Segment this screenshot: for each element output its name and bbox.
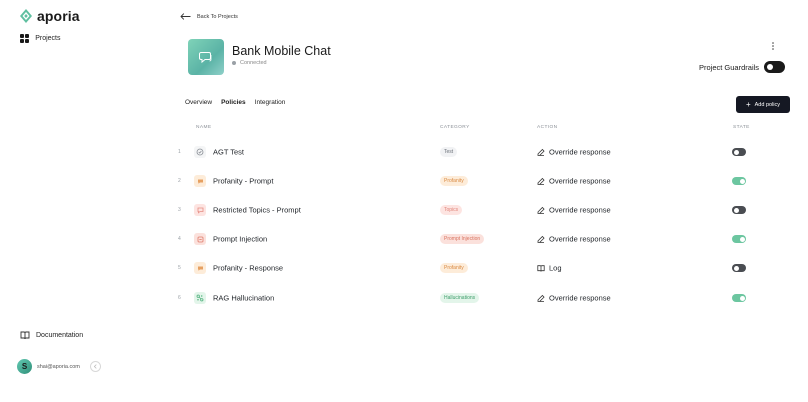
action-label: Override response	[549, 293, 611, 303]
status-dot-icon	[232, 61, 236, 65]
guardrails-label: Project Guardrails	[699, 62, 760, 72]
tab-policies[interactable]: Policies	[221, 99, 246, 106]
shield-icon	[194, 146, 206, 158]
policy-action: Override response	[537, 206, 611, 215]
table-row[interactable]: 2 Profanity - Prompt Profanity Override …	[176, 171, 796, 191]
connection-status: Connected	[232, 60, 267, 66]
chat-icon	[199, 51, 212, 63]
project-guardrails-toggle[interactable]	[764, 61, 786, 73]
user-email: shai@aporia.com	[37, 363, 80, 370]
policy-name: AGT Test	[213, 147, 244, 157]
aporia-logo-icon	[20, 9, 32, 23]
tab-overview[interactable]: Overview	[185, 99, 212, 106]
back-to-projects-link[interactable]: Back To Projects	[180, 13, 238, 20]
project-icon	[188, 39, 224, 75]
row-index: 2	[178, 178, 181, 184]
table-row[interactable]: 1 AGT Test Test Override response	[176, 142, 796, 162]
category-badge: Profanity	[440, 263, 468, 273]
profanity-icon	[194, 262, 206, 274]
edit-icon	[537, 206, 545, 214]
policy-state-toggle[interactable]	[732, 294, 746, 302]
category-badge: Profanity	[440, 176, 468, 186]
table-row[interactable]: 4 Prompt Injection Prompt Injection Over…	[176, 229, 796, 249]
policy-action: Override response	[537, 294, 611, 303]
column-header-action: ACTION	[537, 125, 558, 130]
action-label: Log	[549, 263, 562, 273]
grid-icon	[20, 34, 30, 44]
sidebar-item-label: Projects	[35, 35, 61, 43]
back-label: Back To Projects	[197, 13, 238, 20]
row-index: 1	[178, 149, 181, 155]
brand-name: aporia	[37, 8, 80, 24]
column-header-state: STATE	[733, 125, 750, 130]
arrow-left-icon	[180, 13, 191, 20]
edit-icon	[537, 177, 545, 185]
sidebar-item-projects[interactable]: Projects	[20, 34, 61, 44]
row-index: 3	[178, 207, 181, 213]
policy-state-toggle[interactable]	[732, 264, 746, 272]
topics-icon	[194, 204, 206, 216]
user-profile[interactable]: S shai@aporia.com	[17, 359, 101, 374]
hallucination-icon	[194, 292, 206, 304]
project-guardrails: Project Guardrails	[699, 61, 786, 73]
category-badge: Prompt Injection	[440, 234, 485, 244]
policy-name: Profanity - Response	[213, 263, 284, 273]
policy-state-toggle[interactable]	[732, 206, 746, 214]
column-header-category: CATEGORY	[440, 125, 470, 130]
table-row[interactable]: 6 RAG Hallucination Hallucinations Overr…	[176, 288, 796, 308]
add-policy-button[interactable]: + Add policy	[736, 96, 790, 113]
column-header-name: NAME	[196, 125, 212, 130]
more-options-icon[interactable]	[772, 42, 774, 50]
action-label: Override response	[549, 176, 611, 186]
add-policy-label: Add policy	[754, 101, 781, 108]
book-icon	[20, 331, 30, 340]
policy-name: RAG Hallucination	[213, 293, 275, 303]
chevron-left-icon	[93, 364, 97, 369]
policy-state-toggle[interactable]	[732, 177, 746, 185]
edit-icon	[537, 235, 545, 243]
page-title: Bank Mobile Chat	[232, 44, 331, 58]
table-row[interactable]: 3 Restricted Topics - Prompt Topics Over…	[176, 200, 796, 220]
policy-state-toggle[interactable]	[732, 235, 746, 243]
action-label: Override response	[549, 205, 611, 215]
documentation-link[interactable]: Documentation	[20, 331, 83, 340]
row-index: 6	[178, 295, 181, 301]
row-index: 4	[178, 236, 181, 242]
policy-state-toggle[interactable]	[732, 148, 746, 156]
policy-name: Profanity - Prompt	[213, 176, 274, 186]
profanity-icon	[194, 175, 206, 187]
category-badge: Topics	[440, 205, 463, 215]
collapse-sidebar-button[interactable]	[89, 361, 101, 372]
edit-icon	[537, 294, 545, 302]
plus-icon: +	[745, 99, 751, 109]
tab-bar: Overview Policies Integration	[185, 99, 285, 106]
row-index: 5	[178, 265, 181, 271]
status-label: Connected	[240, 60, 267, 66]
policy-name: Prompt Injection	[213, 234, 268, 244]
avatar: S	[17, 359, 32, 374]
edit-icon	[537, 148, 545, 156]
policy-action: Log	[537, 264, 562, 273]
category-badge: Hallucinations	[440, 293, 480, 303]
action-label: Override response	[549, 147, 611, 157]
table-row[interactable]: 5 Profanity - Response Profanity Log	[176, 258, 796, 278]
policy-action: Override response	[537, 177, 611, 186]
policy-action: Override response	[537, 148, 611, 157]
action-label: Override response	[549, 234, 611, 244]
tab-integration[interactable]: Integration	[255, 99, 286, 106]
documentation-label: Documentation	[36, 332, 84, 339]
book-icon	[537, 264, 545, 272]
policy-name: Restricted Topics - Prompt	[213, 205, 301, 215]
category-badge: Test	[440, 147, 458, 157]
injection-icon	[194, 233, 206, 245]
policy-action: Override response	[537, 235, 611, 244]
brand-logo[interactable]: aporia	[20, 8, 80, 24]
sidebar: aporia Projects Documentation S shai@apo…	[0, 0, 130, 402]
